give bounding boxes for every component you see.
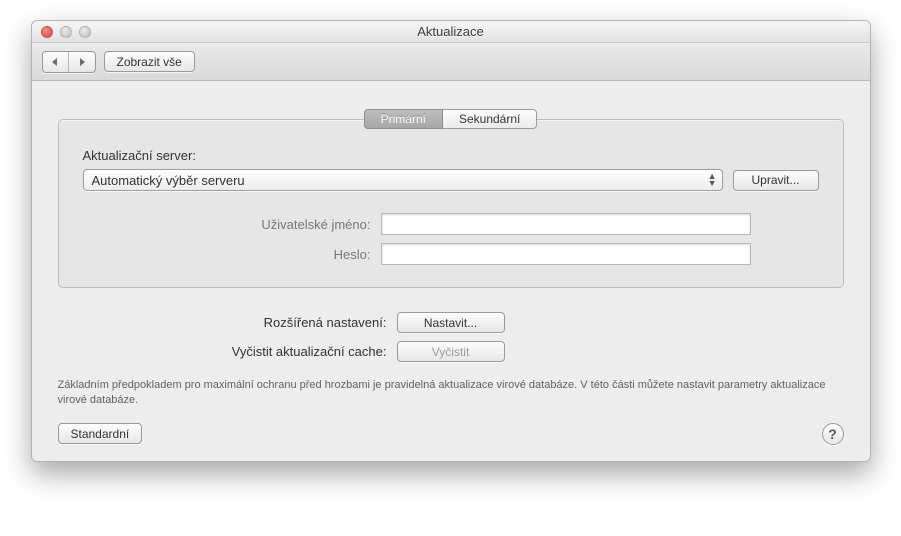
tab-panel-primary: Aktualizační server: Automatický výběr s… (58, 119, 844, 288)
update-server-value: Automatický výběr serveru (92, 173, 245, 188)
username-field[interactable] (381, 213, 751, 235)
edit-button[interactable]: Upravit... (733, 170, 819, 191)
window-title: Aktualizace (32, 24, 870, 39)
password-field[interactable] (381, 243, 751, 265)
clear-cache-label: Vyčistit aktualizační cache: (58, 344, 387, 359)
toolbar: Zobrazit vše (32, 43, 870, 81)
description-text: Základním předpokladem pro maximální och… (58, 378, 844, 409)
password-label: Heslo: (151, 247, 381, 262)
close-window-button[interactable] (41, 26, 53, 38)
footer: Standardní ? (58, 423, 844, 445)
tab-strip: Primární Sekundární (58, 109, 844, 129)
tab-primary[interactable]: Primární (364, 109, 443, 129)
tab-secondary[interactable]: Sekundární (443, 109, 537, 129)
help-button[interactable]: ? (822, 423, 844, 445)
preferences-window: Aktualizace Zobrazit vše Primární Sekund… (31, 20, 871, 462)
defaults-button[interactable]: Standardní (58, 423, 143, 444)
forward-button[interactable] (69, 52, 95, 72)
clear-cache-button[interactable]: Vyčistit (397, 341, 505, 362)
back-button[interactable] (43, 52, 69, 72)
advanced-settings-button[interactable]: Nastavit... (397, 312, 505, 333)
minimize-window-button[interactable] (60, 26, 72, 38)
zoom-window-button[interactable] (79, 26, 91, 38)
window-controls (32, 26, 91, 38)
content-area: Primární Sekundární Aktualizační server:… (32, 81, 870, 461)
update-server-select[interactable]: Automatický výběr serveru ▲▼ (83, 169, 723, 191)
advanced-section: Rozšířená nastavení: Nastavit... Vyčisti… (58, 312, 844, 362)
select-arrows-icon: ▲▼ (708, 173, 717, 187)
tab-group: Primární Sekundární Aktualizační server:… (58, 109, 844, 288)
titlebar: Aktualizace (32, 21, 870, 43)
nav-back-forward (42, 51, 96, 73)
update-server-label: Aktualizační server: (83, 148, 819, 163)
username-label: Uživatelské jméno: (151, 217, 381, 232)
show-all-button[interactable]: Zobrazit vše (104, 51, 195, 72)
advanced-settings-label: Rozšířená nastavení: (58, 315, 387, 330)
